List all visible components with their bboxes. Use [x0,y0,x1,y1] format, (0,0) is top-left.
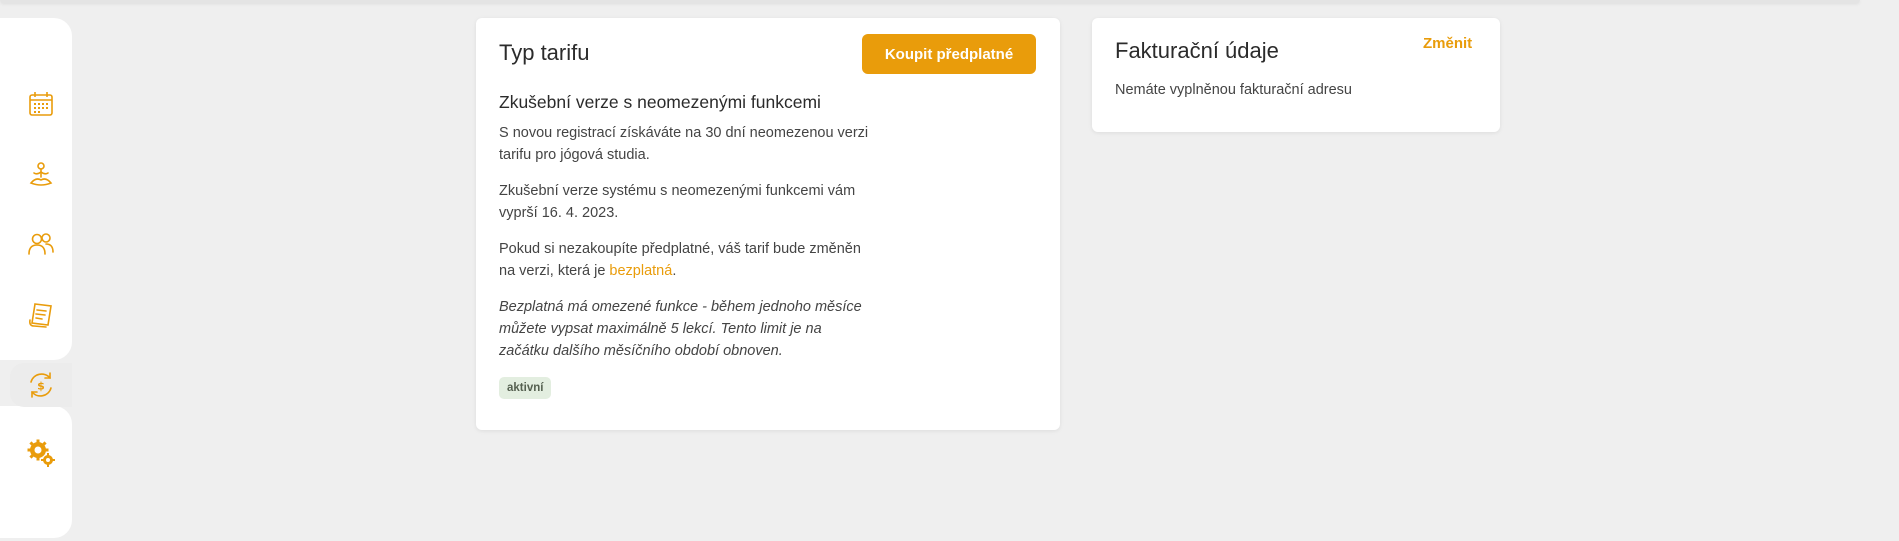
calendar-icon [29,92,53,116]
billing-empty-message: Nemáte vyplněnou fakturační adresu [1115,82,1352,98]
sidebar-item-billing[interactable]: $ [10,363,72,407]
tariff-card: Typ tarifu Koupit předplatné Zkušební ve… [476,18,1060,430]
top-bar [0,0,1860,3]
downgrade-text: Pokud si nezakoupíte předplatné, váš tar… [499,241,861,279]
plan-description-downgrade: Pokud si nezakoupíte předplatné, váš tar… [499,238,869,282]
billing-card-title: Fakturační údaje [1115,38,1279,63]
billing-card: Fakturační údaje Změnit Nemáte vyplněnou… [1092,18,1500,132]
receipt-icon [29,303,52,328]
sidebar-item-lessons[interactable] [10,153,72,197]
yoga-icon [29,162,53,186]
billing-refresh-icon: $ [30,372,52,398]
plan-name: Zkušební verze s neomezenými funkcemi [499,92,821,112]
sidebar-item-clients[interactable] [10,222,72,266]
users-icon [28,233,54,255]
downgrade-text-end: . [672,263,677,279]
svg-text:$: $ [37,380,45,393]
status-badge: aktivní [499,377,552,399]
sidebar-item-calendar[interactable] [10,82,72,126]
plan-description-registration: S novou registrací získáváte na 30 dní n… [499,125,869,163]
free-plan-limits-note: Bezplatná má omezené funkce - během jedn… [499,299,862,359]
sidebar-item-settings[interactable] [10,431,72,475]
settings-gears-icon [27,439,55,467]
tariff-card-title: Typ tarifu [499,40,590,65]
sidebar: $ [0,18,72,538]
sidebar-item-invoices[interactable] [10,293,72,337]
buy-subscription-button[interactable]: Koupit předplatné [862,34,1036,74]
change-billing-link[interactable]: Změnit [1423,35,1472,52]
free-plan-link[interactable]: bezplatná [609,263,672,279]
plan-description-expiry: Zkušební verze systému s neomezenými fun… [499,183,856,221]
